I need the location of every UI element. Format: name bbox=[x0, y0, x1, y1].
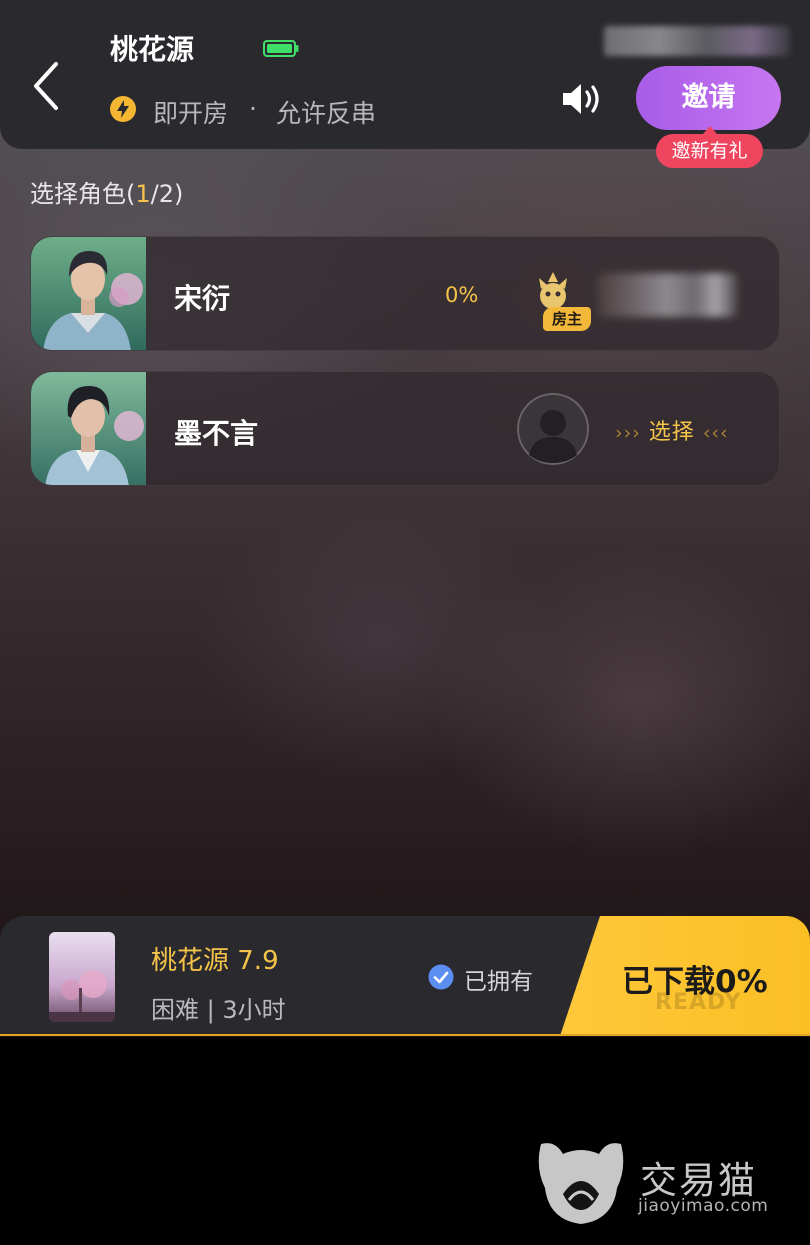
host-badge: 房主 bbox=[543, 307, 591, 331]
check-icon bbox=[428, 964, 454, 990]
invite-button[interactable]: 邀请 bbox=[636, 66, 781, 130]
blurred-username bbox=[604, 26, 790, 56]
role-current-count: 1 bbox=[135, 180, 151, 208]
watermark-cat-icon bbox=[538, 1143, 624, 1224]
room-rule: 允许反串 bbox=[276, 99, 377, 128]
role-name: 宋衍 bbox=[174, 282, 231, 315]
empty-avatar-icon bbox=[517, 393, 589, 465]
room-separator: · bbox=[249, 94, 257, 123]
role-label-suffix: /2) bbox=[150, 180, 184, 208]
role-portrait bbox=[31, 237, 146, 350]
role-card-songyan[interactable]: 宋衍 0% 房主 bbox=[30, 236, 780, 351]
role-progress: 0% bbox=[445, 283, 479, 307]
arrows-left: ››› bbox=[615, 422, 641, 444]
game-cover[interactable] bbox=[49, 932, 115, 1022]
download-label: 已下载0% bbox=[622, 964, 768, 1000]
role-portrait bbox=[31, 372, 146, 485]
battery-icon bbox=[263, 40, 299, 57]
select-role-button[interactable]: ››› 选择 ‹‹‹ bbox=[615, 414, 729, 446]
room-header: 桃花源 即开房 · 允许反串 邀请 bbox=[0, 0, 810, 149]
room-mode: 即开房 bbox=[153, 99, 229, 128]
invite-reward-badge[interactable]: 邀新有礼 bbox=[656, 126, 763, 168]
game-title: 桃花源 7.9 bbox=[151, 946, 279, 976]
blurred-host-name bbox=[597, 273, 737, 317]
role-section-label: 选择角色(1/2) bbox=[30, 174, 183, 209]
bolt-icon bbox=[110, 96, 136, 122]
watermark-domain: jiaoyimao.com bbox=[638, 1196, 769, 1216]
owned-label: 已拥有 bbox=[464, 969, 533, 995]
arrows-right: ‹‹‹ bbox=[702, 422, 729, 444]
back-icon[interactable] bbox=[26, 58, 70, 114]
speaker-icon[interactable] bbox=[560, 80, 606, 118]
game-meta: 困难 | 3小时 bbox=[151, 996, 286, 1024]
download-button[interactable]: READY 已下载0% bbox=[560, 916, 810, 1034]
select-label: 选择 bbox=[648, 420, 695, 445]
role-card-mobuyan[interactable]: 墨不言 ››› 选择 ‹‹‹ bbox=[30, 371, 780, 486]
role-label-prefix: 选择角色( bbox=[30, 180, 136, 208]
role-name: 墨不言 bbox=[174, 417, 259, 450]
room-title: 桃花源 bbox=[110, 33, 195, 66]
game-info-bar: 桃花源 7.9 困难 | 3小时 已拥有 READY 已下载0% bbox=[0, 916, 810, 1036]
